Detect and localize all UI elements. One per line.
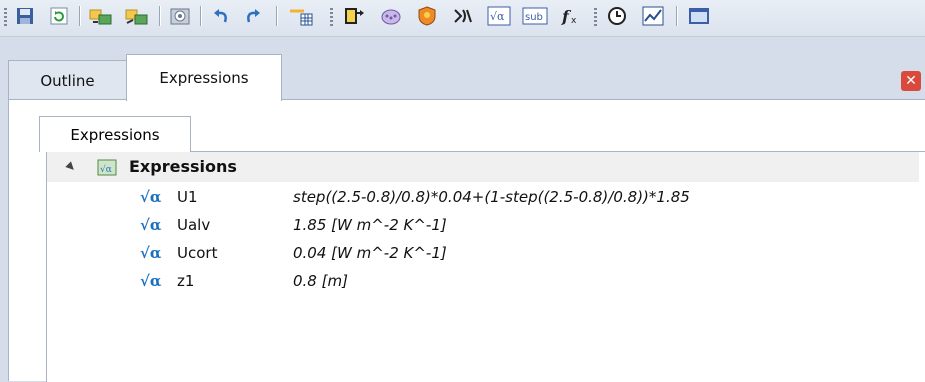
expression-value: 0.04 [W m^-2 K^-1] [293,244,447,262]
subtab-expressions-label: Expressions [70,125,160,144]
expression-icon: √α [140,244,162,262]
expression-name: Ualv [177,216,211,234]
expression-icon: √α [140,272,162,290]
expression-icon: √α [140,188,162,206]
tab-expressions-label: Expressions [159,69,249,87]
shield-icon[interactable] [412,4,442,28]
folder-link-icon[interactable] [86,4,116,28]
subtab-expressions[interactable]: Expressions [39,116,191,152]
save-icon[interactable] [12,4,38,28]
expression-icon: √α [140,216,162,234]
tree-root-label: Expressions [129,157,237,176]
geometry-icon[interactable] [340,4,370,28]
new-table-icon[interactable] [284,4,318,28]
collapse-toggle-icon[interactable] [65,161,77,173]
refresh-icon[interactable] [46,4,72,28]
tree-root-expressions[interactable]: √α Expressions [47,152,919,182]
toolbar-grip[interactable] [4,8,7,26]
expression-value: step((2.5-0.8)/0.8)*0.04+(1-step((2.5-0.… [293,188,690,206]
svg-text:√α: √α [100,164,112,175]
tab-outline[interactable]: Outline [8,60,127,100]
close-icon[interactable]: ✕ [901,71,921,91]
redo-icon[interactable] [240,4,268,28]
window-icon[interactable] [684,4,714,28]
split-icon[interactable] [448,4,478,28]
expression-value: 1.85 [W m^-2 K^-1] [293,216,447,234]
expression-folder-icon: √α [97,157,117,177]
folder-unlink-icon[interactable] [122,4,152,28]
tab-outline-label: Outline [40,71,95,90]
expression-value: 0.8 [m] [293,272,348,290]
expression-name: U1 [177,188,198,206]
expressions-panel: Outline Expressions ✕ Expressions √α Exp… [8,40,925,382]
expression-icon[interactable]: √α [484,4,514,28]
undo-icon[interactable] [206,4,234,28]
tree-item-z1[interactable]: √α z1 0.8 [m] [47,267,919,295]
tree-item-ualv[interactable]: √α Ualv 1.85 [W m^-2 K^-1] [47,211,919,239]
toolbar: √α sub fx [0,0,925,37]
expression-name: z1 [177,272,195,290]
svg-text:x: x [571,16,577,26]
expressions-tree: √α Expressions √α U1 step((2.5-0.8)/0.8)… [46,151,925,382]
tab-expressions[interactable]: Expressions [126,54,282,101]
chart-icon[interactable] [638,4,668,28]
panel-tabs: Outline Expressions ✕ [8,54,925,101]
timer-icon[interactable] [602,4,632,28]
mesh-icon[interactable] [376,4,406,28]
expressions-content: Expressions √α Expressions √α U1 step((2… [8,99,925,382]
svg-text:√α: √α [490,10,505,23]
tree-item-ucort[interactable]: √α Ucort 0.04 [W m^-2 K^-1] [47,239,919,267]
subroutine-icon[interactable]: sub [520,4,550,28]
camera-icon[interactable] [166,4,194,28]
tree-item-u1[interactable]: √α U1 step((2.5-0.8)/0.8)*0.04+(1-step((… [47,183,919,211]
svg-text:sub: sub [525,12,543,23]
expression-name: Ucort [177,244,218,262]
function-icon[interactable]: fx [556,4,586,28]
